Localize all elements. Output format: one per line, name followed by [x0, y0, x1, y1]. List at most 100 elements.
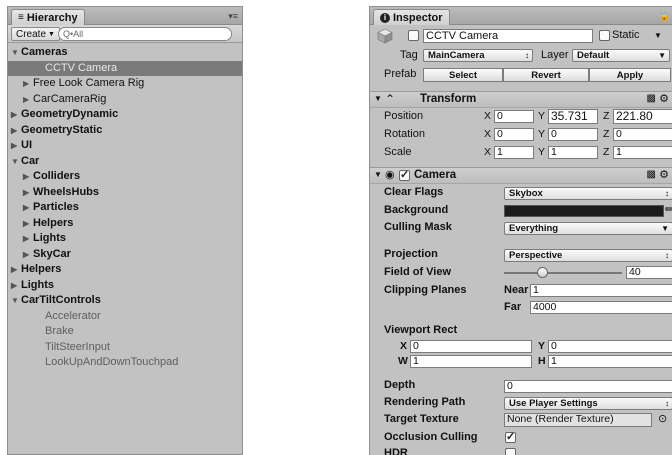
hierarchy-item[interactable]: ▶ WheelsHubs — [8, 185, 242, 201]
help-icon[interactable]: ▩ — [647, 169, 656, 180]
occlusion-culling-checkbox[interactable] — [505, 430, 516, 443]
hierarchy-item[interactable]: LookUpAndDownTouchpad — [8, 355, 242, 371]
active-checkbox[interactable] — [408, 30, 419, 41]
hierarchy-item[interactable]: ▶ CarCameraRig — [8, 92, 242, 108]
foldout-collapsed-icon[interactable]: ▶ — [23, 92, 33, 108]
panel-menu-icon[interactable]: ▾≡ — [228, 11, 238, 22]
rotation-y-label[interactable]: Y — [538, 128, 545, 140]
scale-y-field[interactable]: 1 — [548, 146, 598, 159]
foldout-expanded-icon[interactable]: ▼ — [11, 293, 21, 309]
fov-slider-track[interactable] — [504, 272, 622, 274]
near-field[interactable]: 1 — [530, 284, 672, 297]
viewport-h-field[interactable]: 1 — [548, 355, 672, 368]
position-y-field[interactable]: 35.731 — [548, 109, 598, 124]
foldout-collapsed-icon[interactable]: ▶ — [11, 278, 21, 294]
scale-z-field[interactable]: 1 — [613, 146, 672, 159]
target-texture-field[interactable]: None (Render Texture) — [504, 413, 652, 427]
hdr-checkbox[interactable] — [505, 448, 516, 455]
object-picker-icon[interactable]: ⊙ — [658, 412, 667, 425]
viewport-y-label[interactable]: Y — [538, 340, 545, 352]
hierarchy-item[interactable]: ▶ Free Look Camera Rig — [8, 76, 242, 92]
foldout-collapsed-icon[interactable]: ▶ — [23, 216, 33, 232]
hierarchy-item[interactable]: ▶ GeometryStatic — [8, 123, 242, 139]
hierarchy-item[interactable]: ▶ SkyCar — [8, 247, 242, 263]
foldout-collapsed-icon[interactable]: ▶ — [11, 138, 21, 154]
hierarchy-item[interactable]: ▶ UI — [8, 138, 242, 154]
hierarchy-item[interactable]: ▶ GeometryDynamic — [8, 107, 242, 123]
viewport-x-field[interactable]: 0 — [410, 340, 532, 353]
help-icon[interactable]: ▩ — [647, 93, 656, 104]
position-x-label[interactable]: X — [484, 110, 491, 122]
transform-header[interactable]: ▼ ⌃ Transform ▩ ⚙ — [370, 91, 672, 108]
clear-flags-dropdown[interactable]: Skybox ↕ — [504, 187, 672, 200]
camera-header[interactable]: ▼ ◉ Camera ▩ ⚙ — [370, 167, 672, 184]
hierarchy-item[interactable]: TiltSteerInput — [8, 340, 242, 356]
scale-y-label[interactable]: Y — [538, 146, 545, 158]
viewport-w-label[interactable]: W — [398, 355, 408, 367]
hierarchy-tab[interactable]: ≡ Hierarchy — [11, 9, 85, 25]
position-z-label[interactable]: Z — [603, 110, 609, 122]
fov-slider-thumb[interactable] — [537, 267, 548, 278]
hierarchy-item[interactable]: ▶ Lights — [8, 278, 242, 294]
viewport-x-label[interactable]: X — [400, 340, 407, 352]
lock-icon[interactable]: 🔒 — [659, 11, 670, 22]
hierarchy-item[interactable]: ▶ Helpers — [8, 262, 242, 278]
hierarchy-item[interactable]: CCTV Camera — [8, 60, 242, 76]
rotation-z-label[interactable]: Z — [603, 128, 609, 140]
layer-dropdown[interactable]: Default ▼ — [572, 49, 670, 62]
create-button[interactable]: Create ▼ — [11, 27, 60, 41]
static-checkbox[interactable] — [599, 30, 610, 41]
foldout-collapsed-icon[interactable]: ▶ — [23, 185, 33, 201]
rotation-x-label[interactable]: X — [484, 128, 491, 140]
depth-field[interactable]: 0 — [504, 380, 672, 393]
scale-x-label[interactable]: X — [484, 146, 491, 158]
prefab-apply-button[interactable]: Apply — [589, 68, 671, 82]
projection-dropdown[interactable]: Perspective ↕ — [504, 249, 672, 262]
prefab-revert-button[interactable]: Revert — [503, 68, 589, 82]
object-name-field[interactable]: CCTV Camera — [423, 29, 593, 43]
background-color-swatch[interactable] — [504, 205, 664, 217]
scale-x-field[interactable]: 1 — [494, 146, 534, 159]
foldout-collapsed-icon[interactable]: ▶ — [23, 169, 33, 185]
viewport-h-label[interactable]: H — [538, 355, 546, 367]
position-y-label[interactable]: Y — [538, 110, 545, 122]
rotation-z-field[interactable]: 0 — [613, 128, 672, 141]
gear-icon[interactable]: ⚙ — [659, 92, 669, 105]
hierarchy-item[interactable]: ▼ Cameras — [8, 45, 242, 61]
prefab-select-button[interactable]: Select — [423, 68, 503, 82]
search-input[interactable]: Q•All — [58, 27, 232, 41]
culling-mask-dropdown[interactable]: Everything ▼ — [504, 222, 672, 235]
hierarchy-item[interactable]: ▶ Particles — [8, 200, 242, 216]
foldout-collapsed-icon[interactable]: ▶ — [23, 200, 33, 216]
position-z-field[interactable]: 221.80 — [613, 109, 672, 124]
hierarchy-item[interactable]: ▶ Colliders — [8, 169, 242, 185]
viewport-y-field[interactable]: 0 — [548, 340, 672, 353]
inspector-tab[interactable]: i Inspector — [373, 9, 450, 25]
rotation-y-field[interactable]: 0 — [548, 128, 598, 141]
position-x-field[interactable]: 0 — [494, 110, 534, 123]
foldout-collapsed-icon[interactable]: ▶ — [23, 247, 33, 263]
foldout-collapsed-icon[interactable]: ▶ — [11, 123, 21, 139]
foldout-collapsed-icon[interactable]: ▶ — [11, 262, 21, 278]
viewport-w-field[interactable]: 1 — [410, 355, 532, 368]
foldout-expanded-icon[interactable]: ▼ — [11, 45, 21, 61]
static-dropdown-icon[interactable]: ▼ — [654, 31, 662, 40]
foldout-expanded-icon[interactable]: ▼ — [11, 154, 21, 170]
hierarchy-item[interactable]: ▶ Helpers — [8, 216, 242, 232]
scale-z-label[interactable]: Z — [603, 146, 609, 158]
hierarchy-item[interactable]: ▼ CarTiltControls — [8, 293, 242, 309]
gear-icon[interactable]: ⚙ — [659, 168, 669, 181]
foldout-collapsed-icon[interactable]: ▶ — [23, 231, 33, 247]
rendering-path-dropdown[interactable]: Use Player Settings ↕ — [504, 397, 672, 410]
fov-field[interactable]: 40 — [626, 266, 672, 279]
tag-dropdown[interactable]: MainCamera ↕ — [423, 49, 533, 62]
eyedropper-icon[interactable]: ✏ — [665, 203, 672, 216]
hierarchy-item[interactable]: Accelerator — [8, 309, 242, 325]
rotation-x-field[interactable]: 0 — [494, 128, 534, 141]
hierarchy-item[interactable]: ▶ Lights — [8, 231, 242, 247]
foldout-collapsed-icon[interactable]: ▶ — [23, 76, 33, 92]
hierarchy-item[interactable]: ▼ Car — [8, 154, 242, 170]
camera-enabled-checkbox[interactable] — [399, 168, 410, 181]
far-field[interactable]: 4000 — [530, 301, 672, 314]
foldout-collapsed-icon[interactable]: ▶ — [11, 107, 21, 123]
